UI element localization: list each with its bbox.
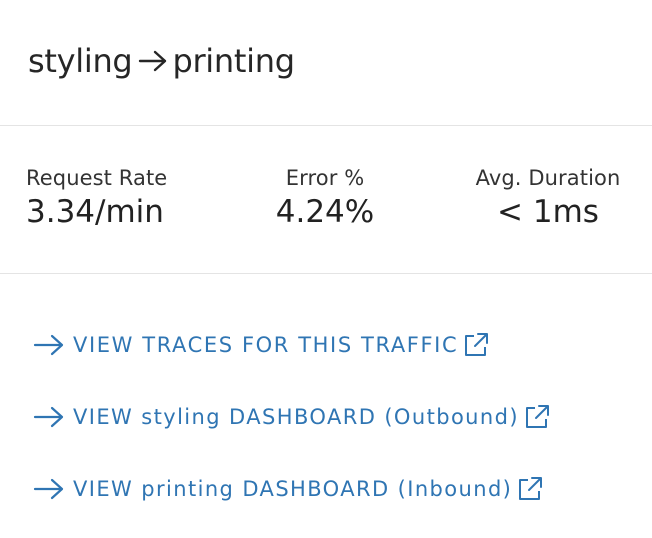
metric-request-rate: Request Rate 3.34/min bbox=[26, 166, 167, 230]
metric-label: Request Rate bbox=[26, 166, 168, 190]
link-label: VIEW TRACES FOR THIS TRAFFIC bbox=[73, 333, 459, 357]
arrow-right-icon bbox=[138, 49, 168, 73]
source-service-name: styling bbox=[28, 41, 133, 80]
metric-label: Error % bbox=[285, 166, 365, 190]
arrow-right-icon bbox=[33, 405, 65, 429]
metric-value: < 1ms bbox=[497, 194, 599, 230]
metric-avg-duration: Avg. Duration < 1ms bbox=[462, 166, 634, 230]
external-link-icon bbox=[523, 403, 551, 431]
external-link-icon bbox=[516, 475, 544, 503]
metric-value: 4.24% bbox=[275, 194, 375, 230]
panel-header: styling printing bbox=[0, 0, 652, 126]
link-label: VIEW styling DASHBOARD (Outbound) bbox=[73, 405, 519, 429]
arrow-right-icon bbox=[33, 333, 65, 357]
metric-error-rate: Error % 4.24% bbox=[250, 166, 400, 230]
view-target-dashboard-link[interactable]: VIEW printing DASHBOARD (Inbound) bbox=[33, 471, 652, 507]
external-link-icon bbox=[462, 331, 490, 359]
metric-value: 3.34/min bbox=[26, 194, 164, 230]
view-source-dashboard-link[interactable]: VIEW styling DASHBOARD (Outbound) bbox=[33, 399, 652, 435]
traffic-detail-panel: styling printing Request Rate 3.34/min E… bbox=[0, 0, 652, 538]
page-title: styling printing bbox=[28, 42, 295, 80]
links-section: VIEW TRACES FOR THIS TRAFFIC VIEW stylin… bbox=[0, 274, 652, 507]
metrics-section: Request Rate 3.34/min Error % 4.24% Avg.… bbox=[0, 126, 652, 274]
arrow-right-icon bbox=[33, 477, 65, 501]
link-label: VIEW printing DASHBOARD (Inbound) bbox=[73, 477, 513, 501]
view-traces-link[interactable]: VIEW TRACES FOR THIS TRAFFIC bbox=[33, 327, 652, 363]
metric-label: Avg. Duration bbox=[475, 166, 621, 190]
target-service-name: printing bbox=[172, 41, 295, 80]
